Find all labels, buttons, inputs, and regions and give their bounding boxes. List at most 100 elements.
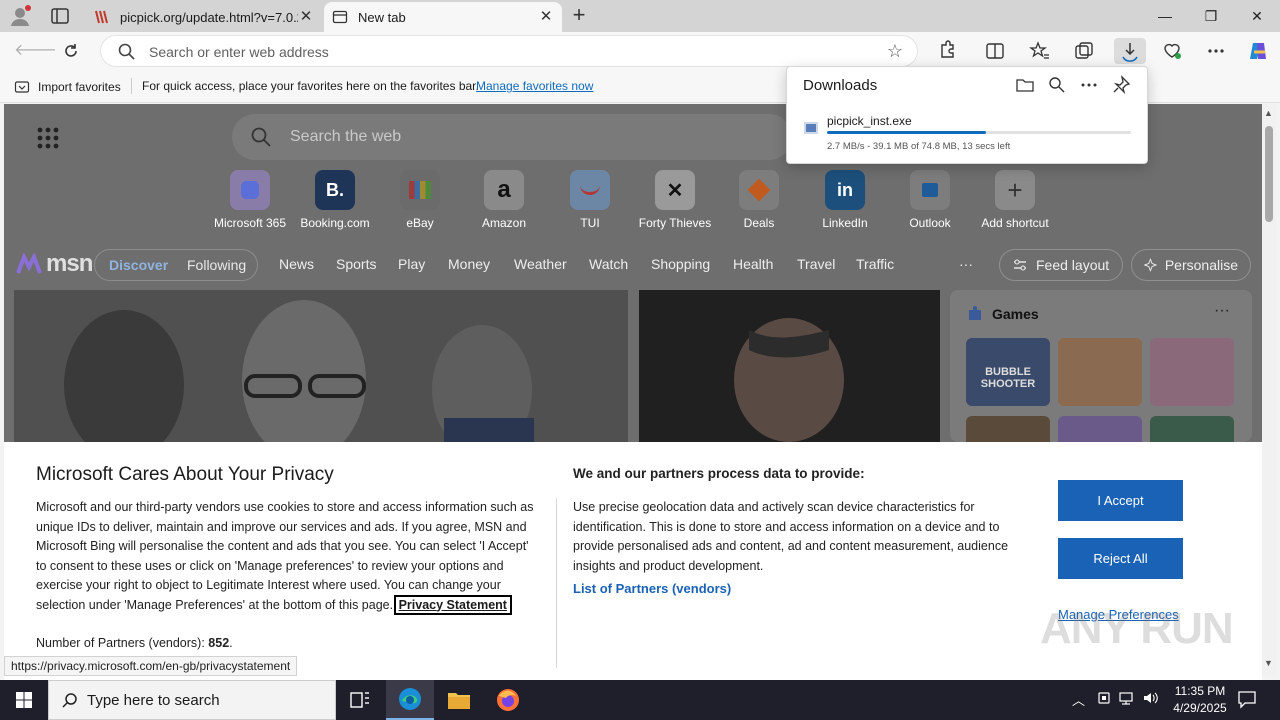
shortcut-outlook[interactable]: Outlook [886, 170, 974, 230]
nav-traffic[interactable]: Traffic [856, 256, 894, 272]
new-tab-button[interactable]: + [568, 4, 590, 27]
collections-icon[interactable] [1071, 38, 1097, 64]
nav-sports[interactable]: Sports [336, 256, 376, 272]
game-tile-bubble-shooter[interactable]: BUBBLE SHOOTER [966, 338, 1050, 406]
msn-butterfly-icon [16, 253, 42, 274]
open-folder-icon[interactable] [1015, 75, 1035, 95]
feed-layout-button[interactable]: Feed layout [999, 249, 1123, 281]
nav-more-button[interactable]: ··· [959, 256, 973, 272]
outlook-icon [910, 170, 950, 210]
tab-new-tab[interactable]: New tab ✕ [324, 2, 562, 32]
profile-icon[interactable] [8, 4, 32, 28]
shortcut-label: Deals [743, 216, 775, 230]
personalise-button[interactable]: Personalise [1131, 249, 1251, 281]
shortcut-amazon[interactable]: a Amazon [460, 170, 548, 230]
game-tile[interactable] [1150, 338, 1234, 406]
nav-news[interactable]: News [279, 256, 314, 272]
web-search-box[interactable]: Search the web [232, 114, 792, 160]
feature-image[interactable] [639, 290, 940, 442]
shortcut-ebay[interactable]: eBay [376, 170, 464, 230]
data-processing-body: Use precise geolocation data and activel… [573, 500, 1009, 573]
import-favorites-button[interactable]: Import favorites [14, 79, 121, 95]
close-tab-icon[interactable]: ✕ [298, 9, 314, 25]
taskbar-search[interactable]: Type here to search [48, 680, 336, 720]
download-filename[interactable]: picpick_inst.exe [827, 114, 912, 128]
shortcut-label: TUI [580, 216, 600, 230]
volume-icon[interactable] [1142, 690, 1160, 709]
taskbar-firefox[interactable] [484, 680, 532, 720]
shortcut-tui[interactable]: TUI [546, 170, 634, 230]
shortcut-booking[interactable]: B. Booking.com [291, 170, 379, 230]
browser-essentials-icon[interactable] [1159, 38, 1185, 64]
tab-actions-icon[interactable] [48, 6, 72, 26]
reject-all-button[interactable]: Reject All [1058, 538, 1183, 579]
shortcut-add[interactable]: + Add shortcut [971, 170, 1059, 230]
taskbar-file-explorer[interactable] [435, 680, 483, 720]
address-bar[interactable]: Search or enter web address ☆ [100, 35, 918, 67]
news-hero-image[interactable] [14, 290, 628, 442]
system-clock[interactable]: 11:35 PM 4/29/2025 [1168, 683, 1232, 717]
back-button[interactable]: 🡐 [14, 38, 57, 64]
privacy-body: Microsoft and our third-party vendors us… [36, 500, 534, 615]
msn-logo[interactable]: msn [16, 250, 93, 278]
tab-picpick[interactable]: picpick.org/update.html?v=7.0.2 ✕ [86, 2, 322, 32]
scroll-up-icon[interactable]: ▲ [1264, 108, 1273, 118]
discover-tab[interactable]: Discover [109, 257, 168, 273]
nav-money[interactable]: Money [448, 256, 490, 272]
shortcut-label: Forty Thieves [638, 216, 712, 230]
games-more-button[interactable]: ··· [1214, 302, 1230, 320]
downloads-button[interactable] [1114, 38, 1146, 64]
taskbar-edge[interactable] [386, 680, 434, 720]
dialog-divider [556, 498, 557, 668]
nav-health[interactable]: Health [733, 256, 773, 272]
scroll-down-icon[interactable]: ▼ [1264, 658, 1273, 668]
clock-date: 4/29/2025 [1173, 701, 1227, 715]
shortcut-forty-thieves[interactable]: ✕ Forty Thieves [631, 170, 719, 230]
privacy-statement-link[interactable]: Privacy Statement [393, 594, 512, 615]
apps-launcher-icon[interactable] [34, 124, 62, 152]
refresh-button[interactable] [58, 38, 84, 64]
following-tab[interactable]: Following [187, 257, 246, 273]
extensions-icon[interactable] [934, 38, 960, 64]
notifications-icon[interactable] [1236, 688, 1258, 710]
list-of-partners-link[interactable]: List of Partners (vendors) [573, 581, 731, 596]
data-processing-heading: We and our partners process data to prov… [573, 466, 865, 481]
nav-shopping[interactable]: Shopping [651, 256, 710, 272]
network-icon[interactable] [1118, 690, 1136, 709]
nav-watch[interactable]: Watch [589, 256, 628, 272]
shortcut-microsoft365[interactable]: Microsoft 365 [206, 170, 294, 230]
search-icon [117, 42, 137, 62]
game-tile[interactable] [1058, 338, 1142, 406]
minimize-button[interactable]: — [1142, 0, 1188, 32]
manage-favorites-link[interactable]: Manage favorites now [476, 79, 593, 93]
shortcut-linkedin[interactable]: in LinkedIn [801, 170, 889, 230]
shortcut-label: Amazon [481, 216, 527, 230]
shortcut-label: Microsoft 365 [213, 216, 287, 230]
close-tab-icon[interactable]: ✕ [538, 9, 554, 25]
nav-travel[interactable]: Travel [797, 256, 835, 272]
amazon-icon: a [484, 170, 524, 210]
start-button[interactable] [0, 680, 48, 720]
tray-device-icon[interactable] [1096, 690, 1112, 709]
task-view-button[interactable] [336, 680, 384, 720]
favorites-icon[interactable] [1027, 38, 1053, 64]
restore-button[interactable]: ❐ [1188, 0, 1234, 32]
accept-button[interactable]: I Accept [1058, 480, 1183, 521]
copilot-icon[interactable] [1245, 38, 1271, 64]
downloads-title: Downloads [803, 77, 878, 94]
pin-icon[interactable] [1111, 75, 1131, 95]
task-view-icon [350, 692, 369, 708]
shortcut-deals[interactable]: Deals [715, 170, 803, 230]
show-hidden-icons-chevron-icon[interactable]: ︿ [1072, 690, 1085, 709]
split-screen-icon[interactable] [982, 38, 1008, 64]
favorite-star-icon[interactable]: ☆ [887, 41, 903, 62]
shortcut-label: Add shortcut [981, 216, 1049, 230]
page-scrollbar[interactable]: ▲ ▼ [1262, 104, 1276, 676]
search-downloads-icon[interactable] [1047, 75, 1067, 95]
nav-play[interactable]: Play [398, 256, 425, 272]
scrollbar-thumb[interactable] [1265, 126, 1273, 222]
more-options-icon[interactable] [1079, 75, 1099, 95]
settings-more-icon[interactable] [1203, 38, 1229, 64]
close-window-button[interactable]: ✕ [1234, 0, 1280, 32]
nav-weather[interactable]: Weather [514, 256, 567, 272]
